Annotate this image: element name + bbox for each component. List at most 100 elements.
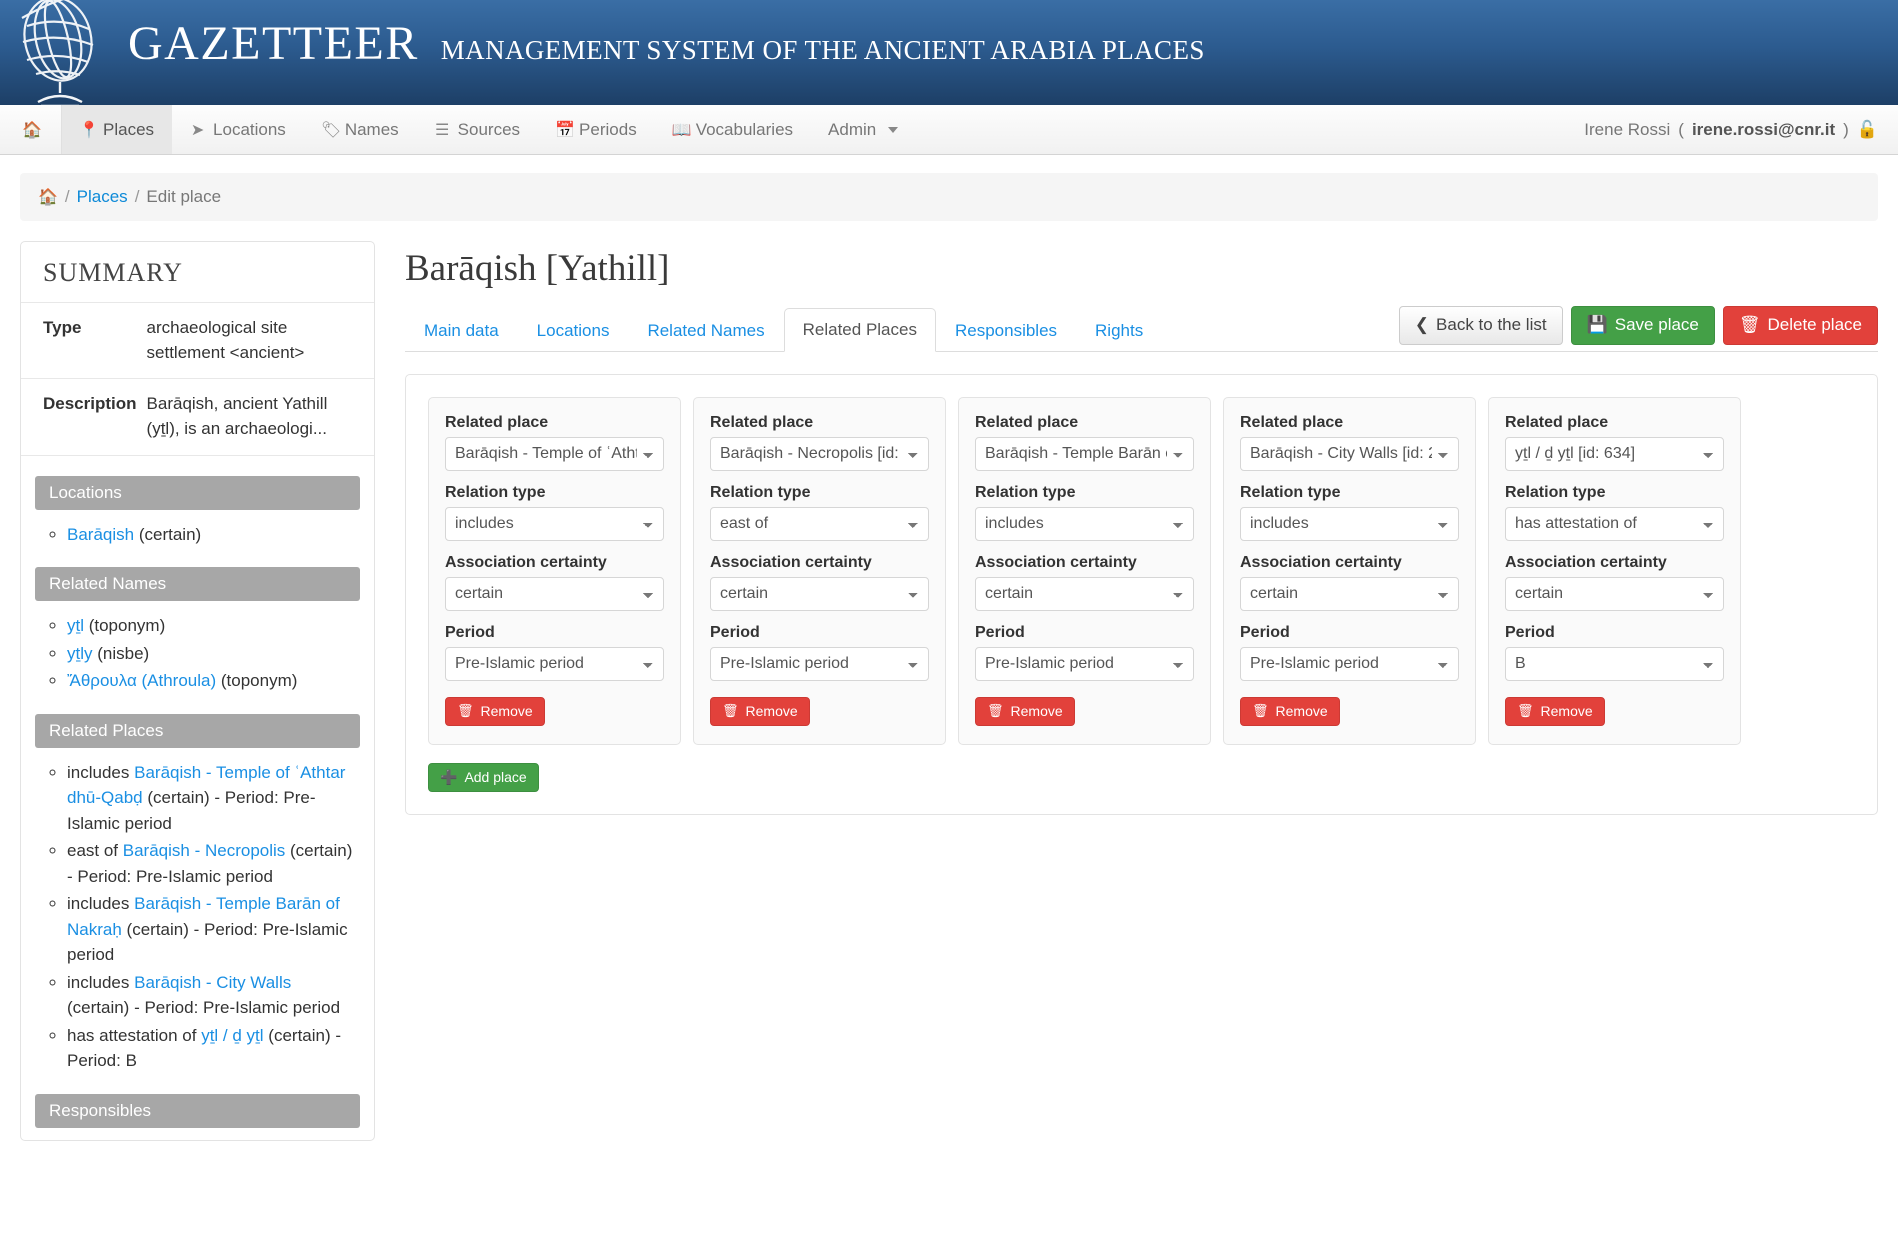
breadcrumb-separator-2: / — [134, 187, 140, 206]
floppy-disk-icon: 💾 — [1586, 315, 1608, 334]
select-relation-type[interactable]: has attestation of — [1505, 506, 1724, 541]
summary-section-locations-title: Locations — [35, 475, 360, 510]
related-place-card: Related place Barāqish - Temple of ʿAtht… — [428, 396, 681, 746]
select-association-certainty[interactable]: certain — [975, 576, 1194, 611]
summary-section-related-places-title: Related Places — [35, 713, 360, 748]
select-period[interactable]: Pre-Islamic period — [975, 646, 1194, 681]
remove-related-place-button[interactable]: 🗑 Remove — [1505, 696, 1605, 727]
summary-section-related-names-title: Related Names — [35, 567, 360, 602]
user-email-open: ( — [1678, 120, 1684, 139]
list-item: Ἄθρουλα (Athroula) (toponym) — [67, 668, 356, 694]
add-place-label: Add place — [464, 769, 527, 786]
nav-item-places[interactable]: 📍 Places — [62, 105, 173, 154]
summary-link[interactable]: yṯl — [67, 616, 84, 635]
label-association-certainty: Association certainty — [710, 553, 872, 571]
save-place-button[interactable]: 💾 Save place — [1570, 306, 1715, 345]
select-related-place[interactable]: Barāqish - Necropolis [id: 292] — [710, 436, 929, 471]
tab-responsibles[interactable]: Responsibles — [936, 309, 1076, 352]
label-period: Period — [1505, 623, 1555, 641]
select-related-place[interactable]: Barāqish - City Walls [id: 290] — [1240, 436, 1459, 471]
select-period[interactable]: Pre-Islamic period — [445, 646, 664, 681]
label-related-place: Related place — [975, 413, 1079, 431]
trash-icon: 🗑 — [1252, 703, 1269, 719]
list-item: yṯly (nisbe) — [67, 641, 356, 667]
list-item: includes Barāqish - Temple Barān of Nakr… — [67, 891, 356, 968]
delete-place-label: Delete place — [1767, 315, 1862, 334]
tab-main-data[interactable]: Main data — [405, 309, 518, 352]
delete-place-button[interactable]: 🗑 Delete place — [1722, 306, 1878, 345]
related-place-card: Related place yṯl / ḏ yṯl [id: 634] Rela… — [1488, 396, 1741, 746]
brand: GAZETTEER MANAGEMENT SYSTEM OF THE ANCIE… — [128, 16, 1205, 71]
label-relation-type: Relation type — [445, 483, 546, 501]
select-relation-type[interactable]: east of — [710, 506, 929, 541]
user-session-info[interactable]: Irene Rossi (irene.rossi@cnr.it) 🔓 — [1584, 105, 1878, 155]
select-period[interactable]: Pre-Islamic period — [710, 646, 929, 681]
summary-key-description: Description — [21, 378, 147, 456]
select-related-place[interactable]: Barāqish - Temple of ʿAthtar dhū-Qabḍ [i… — [445, 436, 664, 471]
label-association-certainty: Association certainty — [1505, 553, 1667, 571]
summary-link[interactable]: yṯly — [67, 644, 93, 663]
nav-item-sources[interactable]: ☰ Sources — [417, 105, 538, 154]
select-period[interactable]: B — [1505, 646, 1724, 681]
summary-link[interactable]: Ἄθρουλα (Athroula) — [67, 671, 216, 690]
nav-left-group: 🏠 📍 Places ➤ Locations 🏷 Names ☰ Sources… — [0, 105, 916, 154]
save-place-label: Save place — [1614, 315, 1699, 334]
book-icon: 📖 — [671, 121, 692, 139]
summary-list-related-names: yṯl (toponym) yṯly (nisbe) Ἄθρουλα (Athr… — [21, 613, 374, 694]
summary-list-locations: Barāqish (certain) — [21, 522, 374, 548]
select-related-place[interactable]: yṯl / ḏ yṯl [id: 634] — [1505, 436, 1724, 471]
select-relation-type[interactable]: includes — [445, 506, 664, 541]
list-item: includes Barāqish - Temple of ʿAthtar dh… — [67, 760, 356, 837]
select-period[interactable]: Pre-Islamic period — [1240, 646, 1459, 681]
select-association-certainty[interactable]: certain — [1240, 576, 1459, 611]
select-related-place[interactable]: Barāqish - Temple Barān of Nakraḥ [id: 2… — [975, 436, 1194, 471]
unlock-icon[interactable]: 🔓 — [1857, 120, 1878, 140]
summary-suffix: (toponym) — [216, 671, 298, 691]
remove-related-place-button[interactable]: 🗑 Remove — [1240, 696, 1340, 727]
summary-key-type: Type — [21, 303, 147, 380]
main-navigation: 🏠 📍 Places ➤ Locations 🏷 Names ☰ Sources… — [0, 105, 1898, 155]
summary-link[interactable]: yṯl / ḏ yṯl — [201, 1026, 263, 1045]
page-title: Barāqish [Yathill] — [405, 248, 670, 289]
nav-item-vocabularies[interactable]: 📖 Vocabularies — [655, 105, 811, 154]
back-to-list-button[interactable]: ❮ Back to the list — [1398, 306, 1563, 345]
nav-item-admin[interactable]: Admin — [811, 105, 916, 154]
summary-link[interactable]: Barāqish — [67, 525, 134, 544]
tab-related-names[interactable]: Related Names — [628, 309, 783, 352]
tab-rights[interactable]: Rights — [1076, 309, 1162, 352]
summary-value-description: Barāqish, ancient Yathill (yṯl), is an a… — [146, 378, 374, 456]
list-item: includes Barāqish - City Walls (certain)… — [67, 970, 356, 1021]
summary-suffix: (certain) - Period: Pre-Islamic period — [67, 998, 341, 1018]
select-association-certainty[interactable]: certain — [1505, 576, 1724, 611]
breadcrumb-link-places[interactable]: Places — [77, 187, 128, 207]
label-association-certainty: Association certainty — [1240, 553, 1402, 571]
remove-label: Remove — [480, 702, 533, 719]
list-item: Barāqish (certain) — [67, 522, 356, 548]
select-relation-type[interactable]: includes — [1240, 506, 1459, 541]
home-icon: 🏠 — [22, 121, 42, 139]
select-association-certainty[interactable]: certain — [710, 576, 929, 611]
tab-related-places[interactable]: Related Places — [783, 307, 936, 352]
remove-related-place-button[interactable]: 🗑 Remove — [975, 696, 1075, 727]
breadcrumb-home-icon[interactable]: 🏠 — [38, 187, 58, 207]
nav-home[interactable]: 🏠 — [0, 105, 62, 154]
add-place-button[interactable]: ➕ Add place — [428, 763, 539, 793]
remove-related-place-button[interactable]: 🗑 Remove — [445, 696, 545, 727]
trash-icon: 🗑 — [722, 703, 739, 719]
label-period: Period — [710, 623, 760, 641]
select-association-certainty[interactable]: certain — [445, 576, 664, 611]
select-relation-type[interactable]: includes — [975, 506, 1194, 541]
nav-item-periods[interactable]: 📅 Periods — [538, 105, 655, 154]
remove-related-place-button[interactable]: 🗑 Remove — [710, 696, 810, 727]
summary-prefix: includes — [67, 972, 135, 992]
trash-icon: 🗑 — [457, 703, 474, 719]
tab-locations[interactable]: Locations — [518, 309, 629, 352]
label-relation-type: Relation type — [975, 483, 1076, 501]
nav-item-names[interactable]: 🏷 Names — [304, 105, 417, 154]
label-period: Period — [975, 623, 1025, 641]
nav-item-locations[interactable]: ➤ Locations — [172, 105, 304, 154]
summary-link[interactable]: Barāqish - Necropolis — [123, 841, 286, 860]
summary-link[interactable]: Barāqish - City Walls — [134, 973, 291, 992]
back-to-list-label: Back to the list — [1436, 315, 1547, 334]
paper-plane-icon: ➤ — [190, 121, 205, 139]
